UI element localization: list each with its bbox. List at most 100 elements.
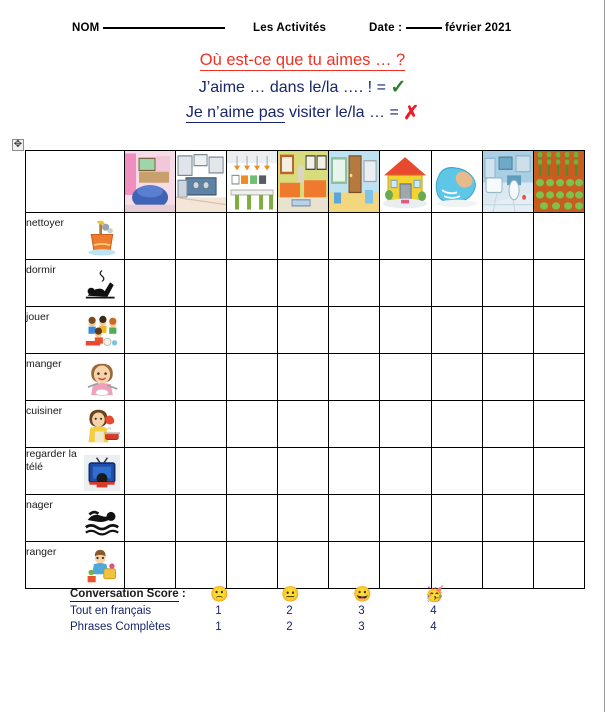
answer-cell[interactable] [226,212,279,260]
score-value[interactable]: 3 [353,621,370,633]
name-blank-line[interactable] [102,27,225,29]
answer-cell[interactable] [277,306,330,354]
answer-cell[interactable] [226,541,279,589]
answer-cell[interactable] [175,353,228,401]
answer-cell[interactable] [532,353,585,401]
answer-cell[interactable] [277,212,330,260]
answer-cell[interactable] [123,212,177,260]
answer-cell[interactable] [328,259,381,307]
answer-cell[interactable] [532,541,585,589]
answer-cell[interactable] [430,447,483,495]
eating-girl-icon [84,360,120,398]
answer-cell[interactable] [123,541,177,589]
answer-cell[interactable] [226,259,279,307]
move-table-icon[interactable]: ✥ [12,139,24,151]
activity-label: jouer [26,311,50,323]
answer-cell[interactable] [123,400,177,448]
answer-cell[interactable] [481,400,534,448]
answer-cell[interactable] [379,306,432,354]
answer-cell[interactable] [328,353,381,401]
answer-cell[interactable] [481,494,534,542]
answer-cell[interactable] [328,494,381,542]
answer-cell[interactable] [277,541,330,589]
score-value[interactable]: 2 [281,605,298,617]
score-row-tout-en-francais: Tout en français 1 2 3 4 [25,605,585,621]
room-header-cell-chambre [123,150,177,213]
answer-cell[interactable] [379,353,432,401]
grid-activity-row: dormir [25,259,585,307]
answer-cell[interactable] [532,447,585,495]
score-value[interactable]: 2 [281,621,298,633]
answer-cell[interactable] [430,400,483,448]
answer-cell[interactable] [277,353,330,401]
swimming-pool-icon [431,151,482,212]
answer-cell[interactable] [430,306,483,354]
answer-cell[interactable] [532,400,585,448]
answer-cell[interactable] [430,541,483,589]
answer-cell[interactable] [328,212,381,260]
answer-cell[interactable] [277,400,330,448]
date-blank-line[interactable] [405,27,442,29]
answer-cell[interactable] [175,259,228,307]
answer-cell[interactable] [379,400,432,448]
answer-cell[interactable] [481,306,534,354]
answer-cell[interactable] [277,259,330,307]
conversation-score-block: Conversation Score : 🙁 😐 😀 🥳 Tout en fra… [25,586,585,637]
answer-cell[interactable] [481,353,534,401]
score-value[interactable]: 3 [353,605,370,617]
answer-cell[interactable] [481,212,534,260]
answer-cell[interactable] [175,400,228,448]
answer-cell[interactable] [123,353,177,401]
party-face-emoji: 🥳 [425,586,444,603]
answer-cell[interactable] [123,447,177,495]
activity-label-cell: cuisiner [25,400,125,448]
answer-cell[interactable] [379,541,432,589]
answer-cell[interactable] [532,212,585,260]
answer-cell[interactable] [123,306,177,354]
answer-cell[interactable] [277,447,330,495]
grid-activity-row: cuisiner [25,400,585,448]
answer-cell[interactable] [532,494,585,542]
answer-cell[interactable] [430,494,483,542]
activity-label-cell: nettoyer [25,212,125,260]
answer-cell[interactable] [430,353,483,401]
answer-cell[interactable] [175,494,228,542]
answer-cell[interactable] [226,400,279,448]
score-value[interactable]: 4 [425,621,442,633]
answer-cell[interactable] [481,259,534,307]
activity-label-cell: nager [25,494,125,542]
answer-cell[interactable] [481,541,534,589]
score-value[interactable]: 1 [210,605,227,617]
answer-cell[interactable] [175,447,228,495]
score-value[interactable]: 1 [210,621,227,633]
answer-cell[interactable] [379,259,432,307]
answer-cell[interactable] [430,212,483,260]
answer-cell[interactable] [175,541,228,589]
answer-cell[interactable] [379,494,432,542]
answer-cell[interactable] [532,259,585,307]
answer-cell[interactable] [328,400,381,448]
answer-cell[interactable] [277,494,330,542]
activity-label: ranger [26,546,57,558]
cleaning-bucket-icon [84,219,120,257]
answer-cell[interactable] [123,259,177,307]
answer-cell[interactable] [379,447,432,495]
answer-cell[interactable] [123,494,177,542]
grid-activity-row: jouer [25,306,585,354]
answer-cell[interactable] [226,353,279,401]
answer-cell[interactable] [328,306,381,354]
answer-cell[interactable] [175,212,228,260]
answer-cell[interactable] [328,447,381,495]
activity-label: nettoyer [26,217,64,229]
room-header-cell-salle-a-manger [226,150,279,213]
answer-cell[interactable] [481,447,534,495]
answer-cell[interactable] [226,494,279,542]
answer-cell[interactable] [328,541,381,589]
answer-cell[interactable] [379,212,432,260]
answer-cell[interactable] [430,259,483,307]
answer-cell[interactable] [226,306,279,354]
score-value[interactable]: 4 [425,605,442,617]
answer-cell[interactable] [532,306,585,354]
answer-cell[interactable] [175,306,228,354]
answer-cell[interactable] [226,447,279,495]
